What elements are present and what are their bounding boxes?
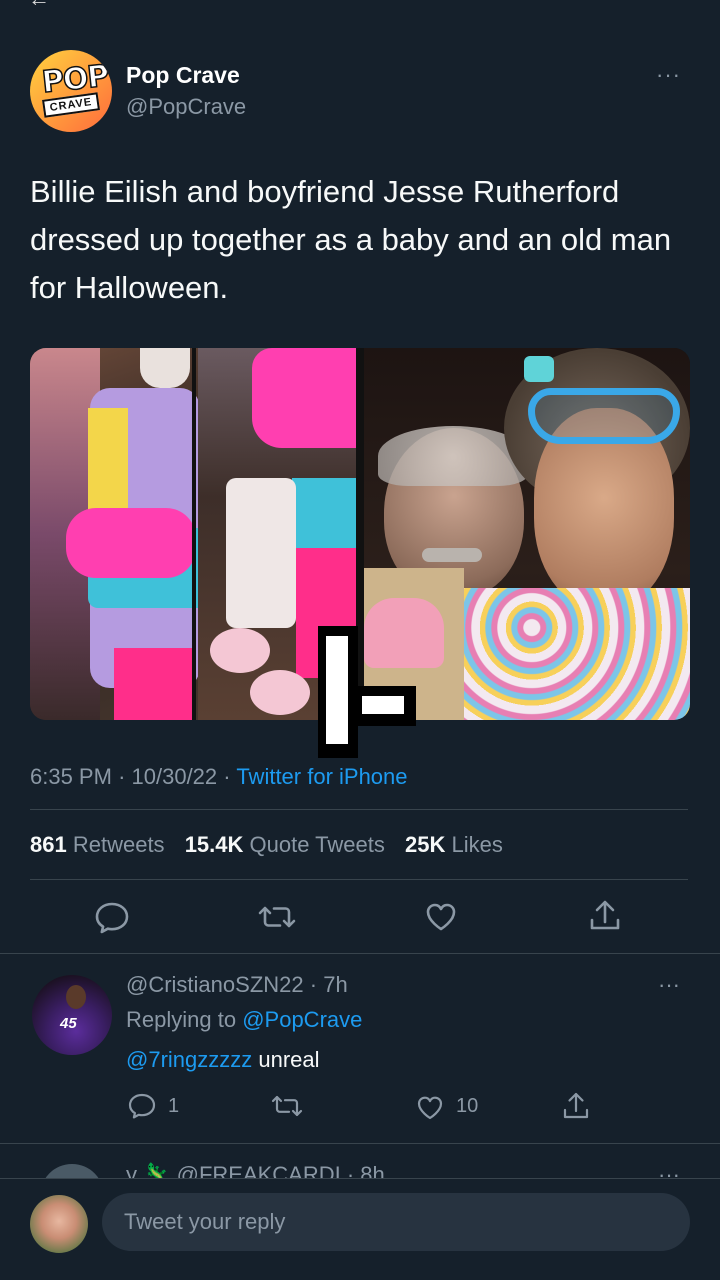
retweets-label: Retweets bbox=[72, 832, 165, 857]
overlay-sticker-mark bbox=[318, 626, 416, 758]
like-icon bbox=[417, 1096, 443, 1120]
reply-handle[interactable]: @CristianoSZN22 bbox=[126, 972, 304, 997]
quote-tweets-count: 15.4K bbox=[184, 832, 244, 857]
retweet-icon bbox=[271, 1095, 303, 1117]
reply-reply-count: 1 bbox=[168, 1094, 180, 1117]
reply-share-button[interactable] bbox=[560, 1086, 592, 1126]
reply-avatar[interactable]: 45 bbox=[32, 975, 112, 1055]
reply-retweet-button[interactable] bbox=[270, 1086, 304, 1126]
reply-body: unreal bbox=[252, 1047, 320, 1072]
divider bbox=[0, 953, 720, 954]
meta-separator: · bbox=[223, 764, 231, 789]
back-arrow-icon[interactable]: ← bbox=[28, 0, 50, 12]
tweet-meta: 6:35 PM · 10/30/22 · Twitter for iPhone bbox=[30, 764, 408, 790]
share-icon[interactable] bbox=[585, 892, 625, 942]
user-avatar[interactable] bbox=[30, 1195, 88, 1253]
avatar-logo-text: POP bbox=[40, 58, 111, 101]
reply-actions-bar: 1 10 bbox=[0, 1086, 720, 1126]
quote-tweets-label: Quote Tweets bbox=[249, 832, 385, 857]
reply-like-count: 10 bbox=[456, 1094, 479, 1117]
reply-header: @CristianoSZN22 · 7h bbox=[126, 972, 348, 998]
likes-label: Likes bbox=[451, 832, 503, 857]
reply-input[interactable] bbox=[102, 1193, 690, 1251]
avatar-figure bbox=[66, 985, 86, 1009]
reply-icon[interactable] bbox=[92, 892, 132, 942]
like-icon[interactable] bbox=[421, 892, 461, 942]
tweet-stats: 861 Retweets 15.4K Quote Tweets 25K Like… bbox=[30, 832, 503, 858]
retweet-icon[interactable] bbox=[256, 892, 296, 942]
meta-separator: · bbox=[118, 764, 126, 789]
next-reply-partial: y 🦎 @FREAKCARDI · 8h ··· bbox=[0, 1146, 720, 1180]
more-options-icon[interactable]: ··· bbox=[656, 62, 681, 88]
divider bbox=[30, 879, 688, 880]
reply-icon bbox=[128, 1093, 156, 1119]
divider bbox=[0, 1143, 720, 1144]
replying-to-prefix: Replying to bbox=[126, 1007, 237, 1032]
photo-baby-costume[interactable] bbox=[30, 348, 356, 720]
meta-separator: · bbox=[309, 972, 318, 997]
share-icon bbox=[563, 1092, 589, 1119]
reply-more-options-icon[interactable]: ··· bbox=[658, 972, 680, 998]
divider bbox=[30, 809, 688, 810]
reply-time: 7h bbox=[323, 972, 348, 997]
retweets-stat[interactable]: 861 Retweets bbox=[30, 832, 165, 857]
retweets-count: 861 bbox=[30, 832, 67, 857]
reply-mention-link[interactable]: @7ringzzzzz bbox=[126, 1047, 252, 1072]
tweet-text: Billie Eilish and boyfriend Jesse Ruther… bbox=[30, 174, 672, 305]
tweet-actions-bar bbox=[0, 892, 720, 942]
reply-text: @7ringzzzzz unreal bbox=[126, 1047, 320, 1073]
quote-tweets-stat[interactable]: 15.4K Quote Tweets bbox=[185, 832, 385, 857]
likes-stat[interactable]: 25K Likes bbox=[405, 832, 503, 857]
author-name[interactable]: Pop Crave bbox=[126, 62, 240, 89]
author-handle[interactable]: @PopCrave bbox=[126, 94, 246, 120]
likes-count: 25K bbox=[405, 832, 446, 857]
author-avatar[interactable]: POP CRAVE bbox=[30, 50, 112, 132]
tweet-time: 6:35 PM bbox=[30, 764, 112, 789]
tweet-date: 10/30/22 bbox=[131, 764, 218, 789]
replying-to: Replying to @PopCrave bbox=[126, 1007, 362, 1033]
top-bar: ← bbox=[0, 0, 720, 30]
reply-reply-button[interactable]: 1 bbox=[126, 1086, 179, 1126]
tweet-source-link[interactable]: Twitter for iPhone bbox=[236, 764, 407, 789]
jersey-number: 45 bbox=[60, 1015, 77, 1032]
reply-like-button[interactable]: 10 bbox=[414, 1086, 478, 1126]
reply-compose-bar bbox=[0, 1178, 720, 1280]
replying-to-link[interactable]: @PopCrave bbox=[242, 1007, 362, 1032]
